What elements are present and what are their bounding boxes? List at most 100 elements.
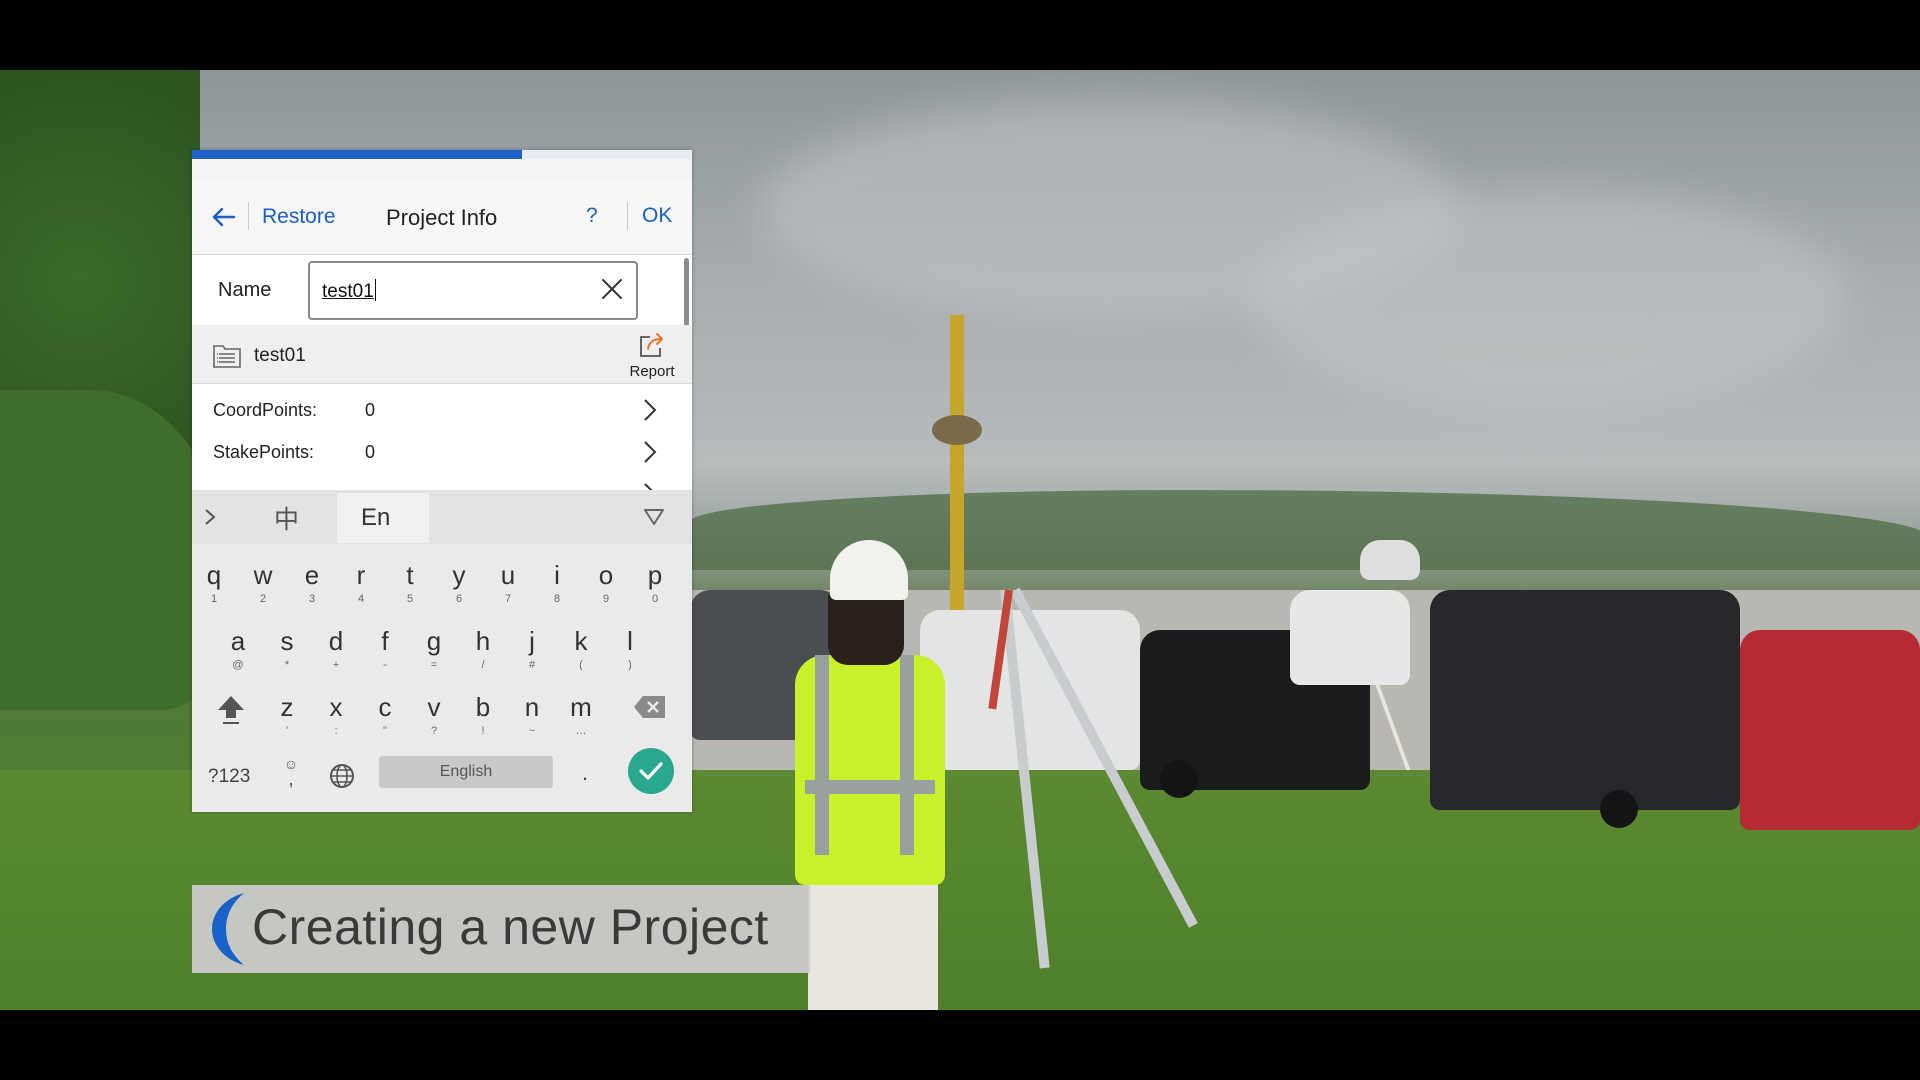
key-t[interactable]: t5 xyxy=(388,560,432,616)
surveyor-hair xyxy=(828,595,904,665)
key-e[interactable]: e3 xyxy=(290,560,334,616)
english-input-toggle[interactable]: En xyxy=(337,493,429,543)
emoji-comma-key[interactable]: ☺ , xyxy=(282,756,300,796)
key-letter: t xyxy=(406,560,414,590)
key-letter: e xyxy=(304,560,320,590)
key-letter: j xyxy=(529,626,535,656)
key-u[interactable]: u7 xyxy=(486,560,530,616)
caption-text: Creating a new Project xyxy=(252,899,769,955)
key-letter: f xyxy=(381,626,389,656)
key-letter: w xyxy=(253,560,273,590)
collapse-keyboard-icon[interactable] xyxy=(642,505,666,529)
key-x[interactable]: x: xyxy=(314,692,358,748)
key-i[interactable]: i8 xyxy=(535,560,579,616)
car xyxy=(1740,630,1920,830)
key-j[interactable]: j # xyxy=(510,626,554,682)
key-z[interactable]: z ' xyxy=(265,692,309,748)
key-secondary: @ xyxy=(232,659,244,671)
key-letter: a xyxy=(230,626,246,656)
key-n[interactable]: n ~ xyxy=(510,692,554,748)
shift-icon[interactable] xyxy=(214,692,248,726)
key-p[interactable]: p0 xyxy=(633,560,677,616)
close-icon[interactable] xyxy=(598,275,626,303)
key-secondary: 6 xyxy=(455,593,463,605)
key-letter: s xyxy=(280,626,294,656)
scrollbar[interactable] xyxy=(684,258,689,332)
key-secondary: ? xyxy=(430,725,438,737)
globe-icon[interactable] xyxy=(328,762,356,790)
key-secondary: ! xyxy=(481,725,485,737)
key-letter: y xyxy=(452,560,466,590)
key-a[interactable]: a @ xyxy=(216,626,260,682)
progress-bar-fill xyxy=(192,150,522,159)
name-label: Name xyxy=(218,279,272,301)
key-r[interactable]: r4 xyxy=(339,560,383,616)
key-q[interactable]: q1 xyxy=(192,560,236,616)
car xyxy=(1290,590,1410,685)
key-secondary: " xyxy=(383,725,387,737)
project-name-text: test01 xyxy=(322,281,374,302)
chevron-right-icon[interactable] xyxy=(200,504,220,530)
key-o[interactable]: o9 xyxy=(584,560,628,616)
backspace-icon[interactable] xyxy=(632,693,668,721)
chinese-input-toggle[interactable]: 中 xyxy=(274,500,299,536)
key-l[interactable]: l) xyxy=(608,626,652,682)
key-secondary: 3 xyxy=(308,593,316,605)
key-letter: d xyxy=(328,626,344,656)
chevron-right-icon xyxy=(644,441,657,463)
wheel xyxy=(1160,760,1198,798)
key-m[interactable]: m… xyxy=(559,692,603,748)
back-button[interactable] xyxy=(204,200,244,234)
key-secondary: 2 xyxy=(259,593,267,605)
report-button[interactable]: Report xyxy=(622,329,682,383)
key-secondary: ' xyxy=(285,725,289,737)
chevron-right-icon xyxy=(644,399,657,421)
key-letter: n xyxy=(524,692,540,722)
key-secondary: - xyxy=(383,659,387,671)
key-y[interactable]: y6 xyxy=(437,560,481,616)
ok-button[interactable]: OK xyxy=(642,204,672,228)
key-h[interactable]: h / xyxy=(461,626,505,682)
space-bar[interactable]: English xyxy=(379,756,553,788)
key-letter: q xyxy=(206,560,222,590)
key-letter: p xyxy=(647,560,663,590)
chevron-right-icon xyxy=(644,483,653,490)
key-d[interactable]: d + xyxy=(314,626,358,682)
key-letter: m xyxy=(570,692,592,722)
enter-key[interactable] xyxy=(628,748,674,794)
coord-points-row[interactable]: CoordPoints: 0 xyxy=(192,389,692,431)
key-letter: o xyxy=(598,560,614,590)
key-secondary: : xyxy=(334,725,338,737)
document-icon xyxy=(213,345,241,368)
symbols-key[interactable]: ?123 xyxy=(208,766,250,788)
key-k[interactable]: k( xyxy=(559,626,603,682)
key-secondary: 8 xyxy=(553,593,561,605)
key-secondary: # xyxy=(528,659,536,671)
page-title: Project Info xyxy=(386,205,498,230)
project-name-input[interactable]: test01 xyxy=(308,261,638,320)
key-g[interactable]: g = xyxy=(412,626,456,682)
project-info-window: Restore Project Info ? OK Name test01 te… xyxy=(192,150,692,812)
key-letter: z xyxy=(280,692,294,722)
key-v[interactable]: v? xyxy=(412,692,456,748)
key-b[interactable]: b! xyxy=(461,692,505,748)
surveyor-legs xyxy=(808,865,938,1010)
soft-keyboard: 中 En q1w2e3r4t5y6u7i8o9p0 a @ s * d + f - g = h / j #… xyxy=(192,490,692,812)
key-s[interactable]: s * xyxy=(265,626,309,682)
key-secondary: ) xyxy=(628,659,632,671)
divider xyxy=(248,202,249,230)
period-key[interactable]: . xyxy=(582,760,588,786)
comma-label: , xyxy=(288,768,294,790)
help-button[interactable]: ? xyxy=(586,204,598,228)
car xyxy=(1430,590,1740,810)
name-row: Name test01 xyxy=(192,255,692,325)
key-letter: r xyxy=(356,560,366,590)
key-c[interactable]: c " xyxy=(363,692,407,748)
key-w[interactable]: w2 xyxy=(241,560,285,616)
key-f[interactable]: f- xyxy=(363,626,407,682)
key-letter: h xyxy=(475,626,491,656)
stake-points-row[interactable]: StakePoints: 0 xyxy=(192,431,692,473)
restore-button[interactable]: Restore xyxy=(262,205,336,229)
key-letter: i xyxy=(554,560,560,590)
cloud xyxy=(1250,190,1850,410)
